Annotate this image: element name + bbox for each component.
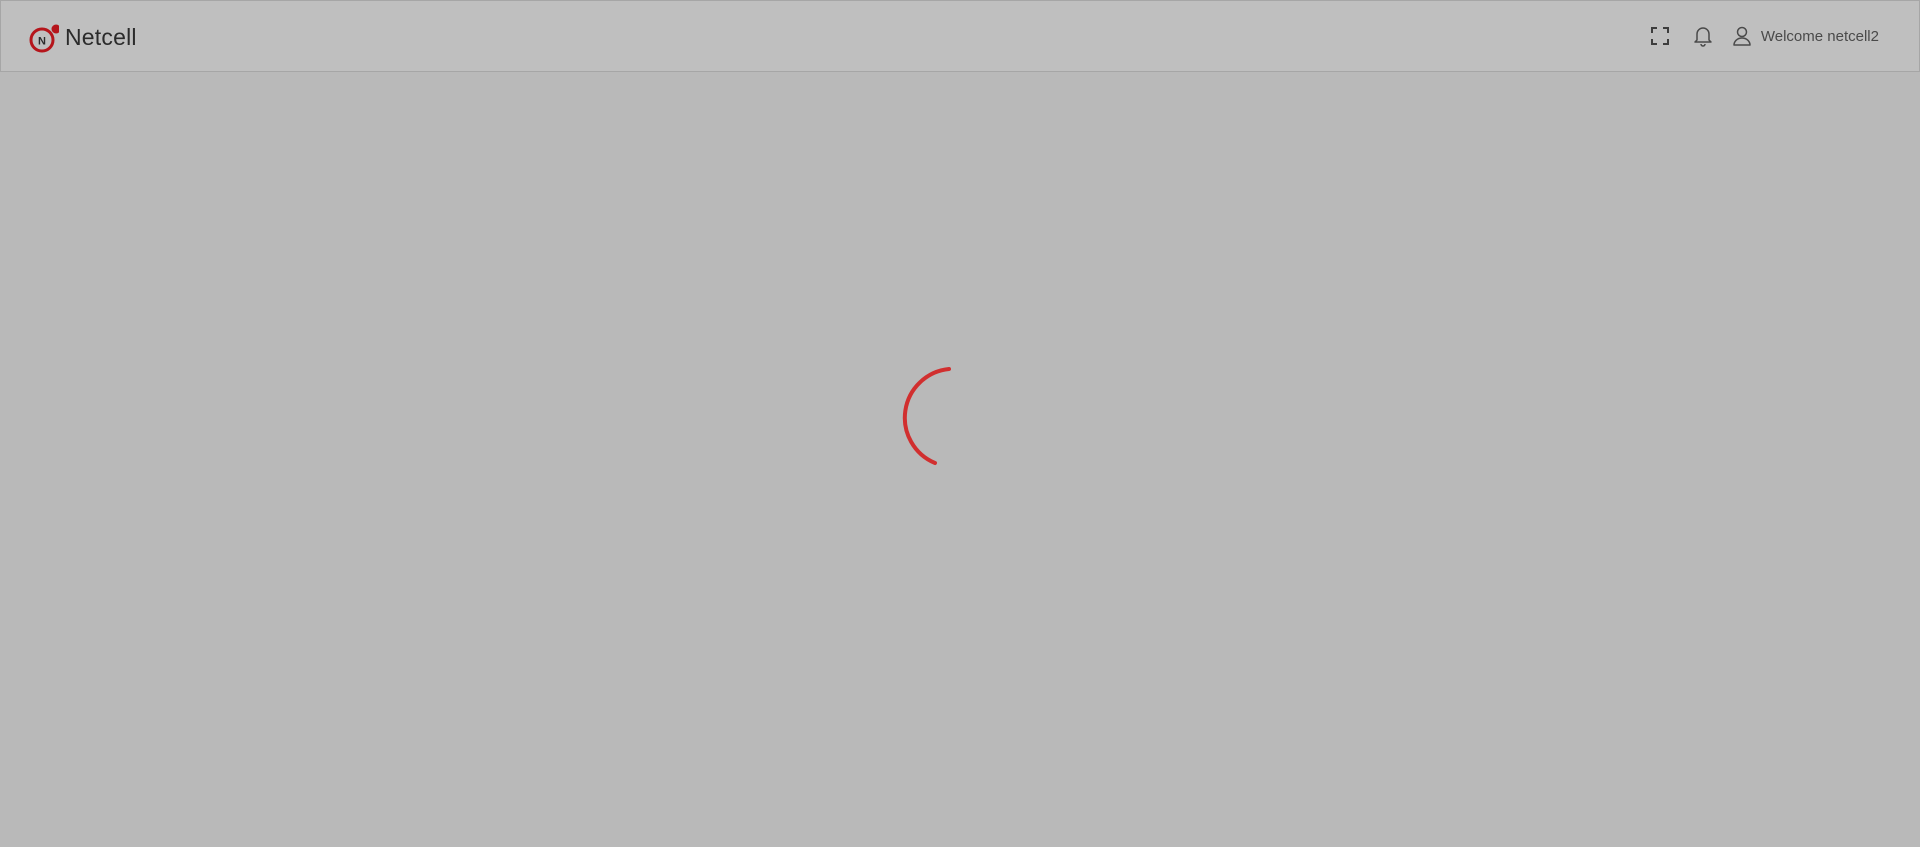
user-icon xyxy=(1733,26,1751,46)
header-actions: Welcome netcell2 xyxy=(1647,1,1879,71)
fullscreen-icon xyxy=(1650,27,1669,45)
fullscreen-button[interactable] xyxy=(1647,23,1673,49)
spinner-icon xyxy=(902,367,951,465)
bell-icon xyxy=(1694,27,1712,47)
user-avatar xyxy=(1729,23,1755,49)
loading-spinner xyxy=(900,364,960,472)
user-menu[interactable]: Welcome netcell2 xyxy=(1729,23,1879,49)
brand-name: Netcell xyxy=(65,23,137,50)
notifications-button[interactable] xyxy=(1690,23,1716,49)
welcome-text: Welcome netcell2 xyxy=(1760,27,1879,45)
app-page: N Netcell Welcome netcell2 xyxy=(0,0,1920,847)
brand-logo[interactable]: N Netcell xyxy=(29,20,137,54)
logo-letter: N xyxy=(38,36,46,48)
netcell-logo-icon: N xyxy=(29,23,59,53)
top-header: N Netcell Welcome netcell2 xyxy=(0,0,1920,72)
